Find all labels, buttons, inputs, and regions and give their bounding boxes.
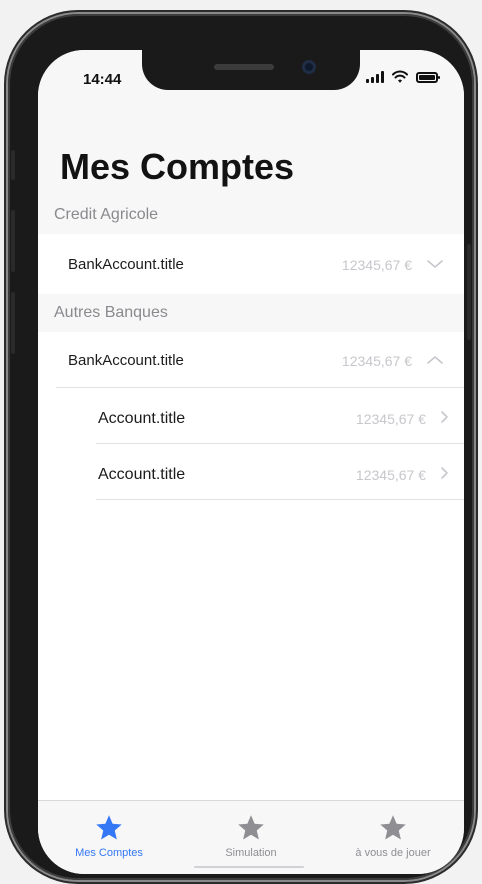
signal-icon — [366, 71, 384, 83]
home-indicator — [194, 866, 304, 868]
bank-account-title: BankAccount.title — [68, 256, 184, 273]
notch — [142, 50, 360, 90]
tab-simulation[interactable]: Simulation — [180, 801, 322, 874]
account-title: Account.title — [98, 466, 186, 483]
wifi-icon — [392, 70, 408, 83]
tab-mes-comptes[interactable]: Mes Comptes — [38, 801, 180, 874]
account-row[interactable]: Account.title 12345,67 € — [38, 446, 464, 502]
row-divider — [96, 499, 464, 500]
account-title: Account.title — [98, 410, 186, 427]
phone-screen: 14:44 Mes Comptes Credit Agricole BankAc… — [38, 50, 464, 874]
star-icon — [96, 815, 122, 840]
bank-account-row[interactable]: BankAccount.title 12345,67 € — [38, 332, 464, 388]
row-divider — [56, 387, 464, 388]
page-title: Mes Comptes — [60, 146, 295, 187]
chevron-right-icon[interactable] — [438, 466, 450, 480]
account-amount: 12345,67 € — [355, 411, 426, 427]
chevron-up-icon[interactable] — [426, 351, 444, 369]
section-header-autres-banques: Autres Banques — [38, 294, 464, 332]
tab-label: Simulation — [225, 847, 277, 859]
account-amount: 12345,67 € — [355, 467, 426, 483]
status-time: 14:44 — [83, 71, 122, 88]
screenshot-stage: 14:44 Mes Comptes Credit Agricole BankAc… — [0, 0, 482, 884]
bank-account-title: BankAccount.title — [68, 352, 184, 369]
status-bar: 14:44 Mes Comptes — [38, 50, 464, 196]
tab-a-vous-de-jouer[interactable]: à vous de jouer — [322, 801, 464, 874]
power-button — [467, 244, 471, 340]
camera — [302, 60, 316, 74]
volume-up-button — [11, 210, 15, 272]
volume-down-button — [11, 292, 15, 354]
tab-bar: Mes Comptes Simulation à vous de jouer — [38, 800, 464, 874]
row-divider — [96, 443, 464, 444]
battery-icon — [416, 71, 440, 83]
section-header-credit-agricole: Credit Agricole — [38, 196, 464, 234]
bank-account-amount: 12345,67 € — [341, 353, 412, 369]
account-row[interactable]: Account.title 12345,67 € — [38, 390, 464, 446]
bank-account-row[interactable]: BankAccount.title 12345,67 € — [38, 236, 464, 292]
bank-account-amount: 12345,67 € — [341, 257, 412, 273]
status-icons — [366, 70, 440, 84]
speaker — [214, 64, 274, 70]
chevron-right-icon[interactable] — [438, 410, 450, 424]
chevron-down-icon[interactable] — [426, 255, 444, 273]
star-icon — [238, 815, 264, 840]
star-icon — [380, 815, 406, 840]
phone-frame: 14:44 Mes Comptes Credit Agricole BankAc… — [8, 14, 474, 880]
tab-label: Mes Comptes — [75, 847, 143, 859]
tab-label: à vous de jouer — [355, 847, 431, 859]
silent-switch — [11, 150, 15, 180]
